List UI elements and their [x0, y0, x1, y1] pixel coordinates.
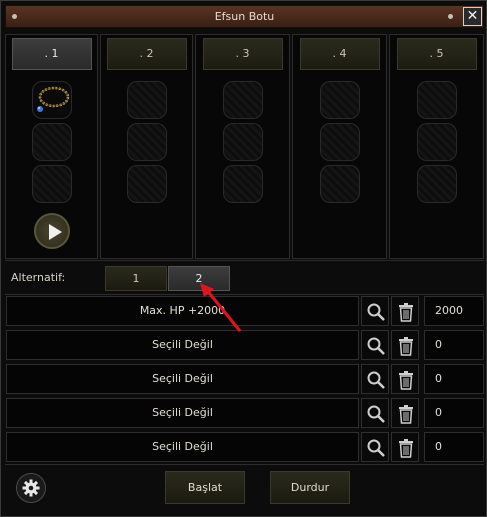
- search-button[interactable]: [361, 364, 389, 394]
- delete-button[interactable]: [391, 432, 419, 462]
- bonus-value-input[interactable]: 0: [424, 398, 484, 428]
- delete-button[interactable]: [391, 364, 419, 394]
- divider: [5, 260, 484, 261]
- column-5-slot-3[interactable]: [416, 165, 457, 203]
- necklace-icon: [36, 86, 69, 112]
- search-button[interactable]: [361, 432, 389, 462]
- bonus-row-4: Seçili Değil 0: [6, 398, 484, 428]
- search-icon: [367, 303, 385, 321]
- trash-icon: [399, 439, 413, 458]
- bonus-select[interactable]: Max. HP +2000: [6, 296, 359, 326]
- column-2-slot-3[interactable]: [126, 165, 167, 203]
- column-5-slot-1[interactable]: [416, 81, 457, 119]
- close-button[interactable]: ✕: [463, 7, 482, 26]
- bonus-value-input[interactable]: 0: [424, 432, 484, 462]
- alternatif-tab-1[interactable]: 1: [105, 266, 167, 291]
- column-1-slot-2[interactable]: [31, 123, 72, 161]
- window-title: Efsun Botu: [214, 10, 275, 23]
- column-4: . 4: [292, 34, 387, 259]
- column-4-slot-1[interactable]: [319, 81, 360, 119]
- column-1-tab[interactable]: . 1: [11, 38, 92, 70]
- trash-icon: [399, 303, 413, 322]
- column-3-slot-3[interactable]: [222, 165, 263, 203]
- column-2-slot-2[interactable]: [126, 123, 167, 161]
- bonus-select[interactable]: Seçili Değil: [6, 330, 359, 360]
- column-2-slot-1[interactable]: [126, 81, 167, 119]
- trash-icon: [399, 337, 413, 356]
- bonus-select[interactable]: Seçili Değil: [6, 432, 359, 462]
- column-2: . 2: [100, 34, 193, 259]
- column-5-slot-2[interactable]: [416, 123, 457, 161]
- play-button[interactable]: [33, 213, 70, 249]
- start-button[interactable]: Başlat: [165, 471, 245, 504]
- bonus-value-input[interactable]: 0: [424, 364, 484, 394]
- search-icon: [367, 337, 385, 355]
- column-3-tab[interactable]: . 3: [202, 38, 283, 70]
- delete-button[interactable]: [391, 296, 419, 326]
- column-5: . 5: [389, 34, 484, 259]
- search-button[interactable]: [361, 330, 389, 360]
- column-1-slot-3[interactable]: [31, 165, 72, 203]
- search-icon: [367, 405, 385, 423]
- search-button[interactable]: [361, 398, 389, 428]
- search-button[interactable]: [361, 296, 389, 326]
- title-bar[interactable]: Efsun Botu: [5, 5, 484, 28]
- column-5-tab[interactable]: . 5: [396, 38, 477, 70]
- annotation-arrow-icon: [200, 283, 242, 332]
- title-bar-right-dot: [448, 14, 453, 19]
- delete-button[interactable]: [391, 330, 419, 360]
- bonus-value-input[interactable]: 2000: [424, 296, 484, 326]
- settings-button[interactable]: [16, 473, 46, 503]
- column-1-slot-1[interactable]: [31, 81, 72, 119]
- column-1: . 1: [5, 34, 98, 259]
- divider: [5, 464, 484, 465]
- search-icon: [367, 371, 385, 389]
- trash-icon: [399, 405, 413, 424]
- bonus-value-input[interactable]: 0: [424, 330, 484, 360]
- bonus-select[interactable]: Seçili Değil: [6, 364, 359, 394]
- delete-button[interactable]: [391, 398, 419, 428]
- stop-button[interactable]: Durdur: [270, 471, 350, 504]
- bonus-row-3: Seçili Değil 0: [6, 364, 484, 394]
- efsun-botu-window: Efsun Botu ✕ . 1 . 2 . 3 . 4 . 5 Alterna…: [0, 0, 487, 517]
- gear-icon: [22, 479, 40, 497]
- column-3-slot-2[interactable]: [222, 123, 263, 161]
- column-3-slot-1[interactable]: [222, 81, 263, 119]
- trash-icon: [399, 371, 413, 390]
- column-3: . 3: [195, 34, 290, 259]
- bonus-row-5: Seçili Değil 0: [6, 432, 484, 462]
- alternatif-label: Alternatif:: [11, 271, 66, 284]
- column-4-slot-3[interactable]: [319, 165, 360, 203]
- column-4-tab[interactable]: . 4: [299, 38, 380, 70]
- bonus-select[interactable]: Seçili Değil: [6, 398, 359, 428]
- search-icon: [367, 439, 385, 457]
- column-4-slot-2[interactable]: [319, 123, 360, 161]
- column-2-tab[interactable]: . 2: [106, 38, 187, 70]
